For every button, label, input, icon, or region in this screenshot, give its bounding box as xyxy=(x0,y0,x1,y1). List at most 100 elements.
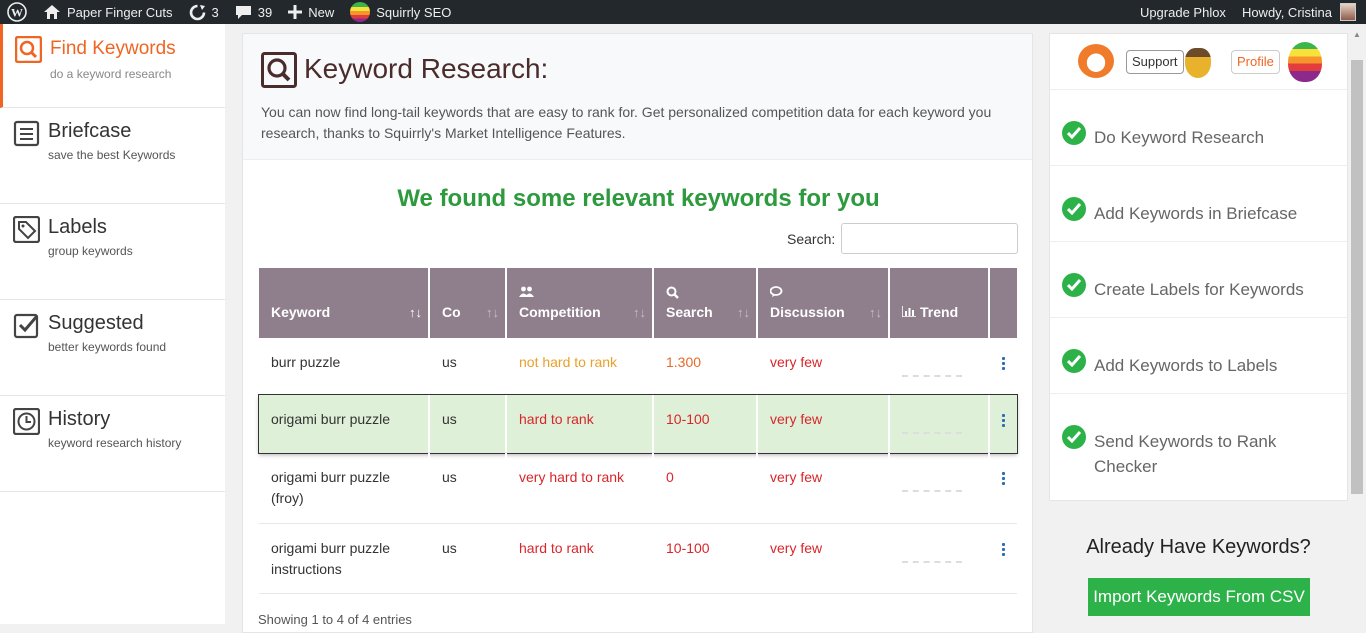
row-options-icon[interactable] xyxy=(990,524,1017,593)
profile-button[interactable]: Profile xyxy=(1231,50,1280,74)
comments-menu[interactable]: 39 xyxy=(227,0,280,24)
table-header: Keyword ↑↓ Co ↑↓ Competition ↑↓ Search ↑… xyxy=(259,268,1017,338)
sort-icon: ↑↓ xyxy=(486,305,499,320)
competition-cell: very hard to rank xyxy=(507,453,654,523)
page-scrollbar[interactable]: ▲ xyxy=(1349,24,1366,624)
keyword-research-panel: Keyword Research: You can now find long-… xyxy=(242,33,1033,633)
checklist-item[interactable]: Do Keyword Research xyxy=(1050,90,1347,166)
nav-item-labels[interactable]: Labels group keywords xyxy=(0,204,225,300)
table-row[interactable]: origami burr puzzle instructions us hard… xyxy=(259,524,1017,594)
search-icon xyxy=(666,286,679,302)
nav-subtitle: group keywords xyxy=(48,244,133,258)
briefcase-icon xyxy=(13,120,40,147)
checklist-label: Send Keywords to Rank Checker xyxy=(1094,432,1277,476)
import-csv-button[interactable]: Import Keywords From CSV xyxy=(1088,578,1310,616)
checklist-label: Add Keywords in Briefcase xyxy=(1094,204,1298,223)
refresh-icon xyxy=(189,4,205,20)
trend-cell xyxy=(890,453,990,523)
nav-item-find-keywords[interactable]: Find Keywords do a keyword research xyxy=(0,24,225,108)
trend-cell xyxy=(890,524,990,593)
results-heading: We found some relevant keywords for you xyxy=(397,185,880,212)
squirrel-mascot-icon xyxy=(1078,44,1114,78)
checklist-item[interactable]: Send Keywords to Rank Checker xyxy=(1050,394,1347,494)
support-button[interactable]: Support xyxy=(1126,50,1184,74)
site-name-menu[interactable]: Paper Finger Cuts xyxy=(35,0,181,24)
search-volume-cell: 0 xyxy=(654,453,758,523)
keywords-table: Keyword ↑↓ Co ↑↓ Competition ↑↓ Search ↑… xyxy=(258,268,1018,594)
search-icon xyxy=(261,52,297,88)
table-row-selected[interactable]: origami burr puzzle us hard to rank 10-1… xyxy=(258,394,1018,454)
discussion-cell: very few xyxy=(758,338,890,394)
updates-count: 3 xyxy=(211,4,219,20)
search-volume-cell: 1.300 xyxy=(654,338,758,394)
nav-item-suggested[interactable]: Suggested better keywords found xyxy=(0,300,225,396)
users-icon xyxy=(519,286,534,301)
discussion-cell: very few xyxy=(758,524,890,593)
checklist-label: Add Keywords to Labels xyxy=(1094,356,1278,375)
help-toolbar: Support Profile xyxy=(1050,34,1347,90)
site-name: Paper Finger Cuts xyxy=(67,4,173,20)
column-header-competition[interactable]: Competition ↑↓ xyxy=(507,268,654,338)
panel-header: Keyword Research: You can now find long-… xyxy=(243,34,1032,160)
check-icon xyxy=(1062,349,1086,373)
row-options-icon[interactable] xyxy=(990,453,1017,523)
competition-cell: hard to rank xyxy=(507,524,654,593)
progress-checklist: Support Profile Do Keyword Research Add … xyxy=(1049,33,1348,501)
check-icon xyxy=(1062,121,1086,145)
row-options-icon[interactable] xyxy=(990,395,1017,452)
sort-icon: ↑↓ xyxy=(633,305,646,320)
trend-cell xyxy=(890,338,990,394)
scroll-up-icon[interactable]: ▲ xyxy=(1353,30,1361,39)
nav-item-briefcase[interactable]: Briefcase save the best Keywords xyxy=(0,108,225,204)
nav-subtitle: keyword research history xyxy=(48,436,182,450)
comment-icon xyxy=(235,6,251,19)
checklist-item[interactable]: Add Keywords to Labels xyxy=(1050,318,1347,394)
trend-label: Trend xyxy=(920,304,959,320)
column-label: Trend xyxy=(902,304,958,320)
search-volume-cell: 10-100 xyxy=(654,524,758,593)
squirrly-logo-icon xyxy=(350,2,371,22)
table-row[interactable]: burr puzzle us not hard to rank 1.300 ve… xyxy=(259,338,1017,395)
search-icon xyxy=(15,36,42,63)
column-header-country[interactable]: Co ↑↓ xyxy=(430,268,507,338)
country-cell: us xyxy=(430,453,507,523)
column-header-trend[interactable]: Trend xyxy=(890,268,990,338)
competition-cell: not hard to rank xyxy=(507,338,654,394)
upgrade-label: Upgrade Phlox xyxy=(1139,4,1226,20)
keyword-cell: origami burr puzzle (froy) xyxy=(259,453,430,523)
sort-icon: ↑↓ xyxy=(869,305,882,320)
column-header-search[interactable]: Search ↑↓ xyxy=(654,268,758,338)
new-content-menu[interactable]: New xyxy=(280,0,342,24)
trend-sparkline xyxy=(902,490,962,492)
search-input[interactable] xyxy=(841,223,1018,254)
upgrade-link[interactable]: Upgrade Phlox xyxy=(1132,0,1234,24)
trend-sparkline xyxy=(902,561,962,563)
checklist-item[interactable]: Create Labels for Keywords xyxy=(1050,242,1347,318)
wordpress-logo-icon[interactable]: W xyxy=(0,0,35,24)
updates-menu[interactable]: 3 xyxy=(181,0,227,24)
column-header-keyword[interactable]: Keyword ↑↓ xyxy=(259,268,430,338)
check-icon xyxy=(1062,273,1086,297)
keyword-cell: origami burr puzzle instructions xyxy=(259,524,430,593)
column-header-discussion[interactable]: Discussion ↑↓ xyxy=(758,268,890,338)
country-cell: us xyxy=(430,395,507,452)
scrollbar-thumb[interactable] xyxy=(1351,60,1363,494)
table-row[interactable]: origami burr puzzle (froy) us very hard … xyxy=(259,453,1017,524)
nav-item-history[interactable]: History keyword research history xyxy=(0,396,225,492)
account-menu[interactable]: Howdy, Cristina xyxy=(1234,0,1366,24)
keyword-cell: burr puzzle xyxy=(259,338,430,394)
page-title: Keyword Research: xyxy=(304,53,549,84)
column-label: Competition xyxy=(519,304,601,320)
column-label: Search xyxy=(666,304,713,320)
squirrly-seo-menu[interactable]: Squirrly SEO xyxy=(342,0,459,24)
competition-cell: hard to rank xyxy=(507,395,654,452)
bar-chart-icon xyxy=(902,306,916,317)
admin-bar: W Paper Finger Cuts 3 39 New Squirrly SE… xyxy=(0,0,1366,24)
checklist-label: Create Labels for Keywords xyxy=(1094,280,1304,299)
row-options-icon[interactable] xyxy=(990,338,1017,394)
nav-subtitle: better keywords found xyxy=(48,340,167,354)
checklist-item[interactable]: Add Keywords in Briefcase xyxy=(1050,166,1347,242)
column-label: Co xyxy=(442,304,461,320)
discussion-cell: very few xyxy=(758,395,890,452)
trend-sparkline xyxy=(902,432,962,434)
